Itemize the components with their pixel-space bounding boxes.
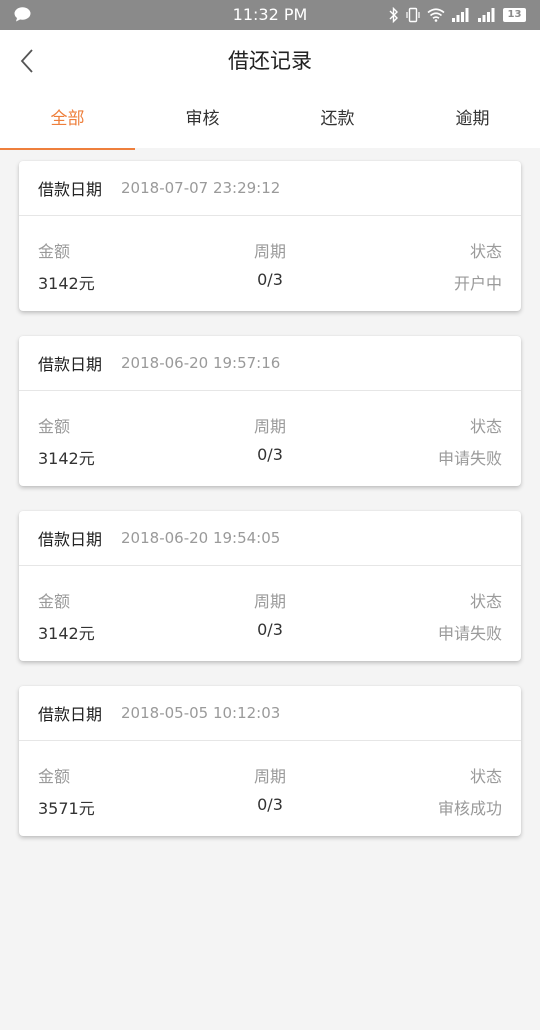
record-body: 金额 周期 状态 3142元 0/3 申请失败 — [19, 566, 521, 661]
period-value: 0/3 — [257, 270, 283, 289]
record-body: 金额 周期 状态 3571元 0/3 审核成功 — [19, 741, 521, 836]
record-card[interactable]: 借款日期 2018-07-07 23:29:12 金额 周期 状态 3142元 … — [19, 161, 521, 311]
tab-bar: 全部 审核 还款 逾期 — [0, 92, 540, 150]
date-value: 2018-07-07 23:29:12 — [121, 179, 281, 197]
status-bar: 11:32 PM 13 — [0, 0, 540, 30]
signal-icon — [478, 8, 495, 22]
date-label: 借款日期 — [38, 355, 103, 374]
period-label: 周期 — [253, 417, 286, 436]
status-label: 状态 — [469, 592, 502, 611]
record-header: 借款日期 2018-06-20 19:54:05 — [19, 511, 521, 566]
period-label: 周期 — [253, 242, 286, 261]
status-label: 状态 — [469, 417, 502, 436]
date-label: 借款日期 — [38, 180, 103, 199]
tab-review[interactable]: 审核 — [135, 92, 270, 148]
vibrate-icon — [406, 7, 420, 23]
page-title: 借还记录 — [228, 49, 312, 73]
record-body: 金额 周期 状态 3142元 0/3 开户中 — [19, 216, 521, 311]
date-value: 2018-06-20 19:57:16 — [121, 354, 281, 372]
date-value: 2018-05-05 10:12:03 — [121, 704, 281, 722]
tab-repayment[interactable]: 还款 — [270, 92, 405, 148]
status-value: 申请失败 — [437, 624, 502, 643]
date-label: 借款日期 — [38, 530, 103, 549]
record-header: 借款日期 2018-05-05 10:12:03 — [19, 686, 521, 741]
tab-all[interactable]: 全部 — [0, 92, 135, 150]
status-value: 申请失败 — [437, 449, 502, 468]
record-card[interactable]: 借款日期 2018-06-20 19:54:05 金额 周期 状态 3142元 … — [19, 511, 521, 661]
battery-icon: 13 — [503, 8, 526, 22]
status-label: 状态 — [469, 242, 502, 261]
status-value: 开户中 — [453, 274, 502, 293]
record-card[interactable]: 借款日期 2018-05-05 10:12:03 金额 周期 状态 3571元 … — [19, 686, 521, 836]
status-value: 审核成功 — [437, 799, 502, 818]
period-label: 周期 — [253, 767, 286, 786]
record-card[interactable]: 借款日期 2018-06-20 19:57:16 金额 周期 状态 3142元 … — [19, 336, 521, 486]
date-value: 2018-06-20 19:54:05 — [121, 529, 281, 547]
wifi-icon — [427, 8, 445, 22]
status-label: 状态 — [469, 767, 502, 786]
record-header: 借款日期 2018-07-07 23:29:12 — [19, 161, 521, 216]
tab-overdue[interactable]: 逾期 — [405, 92, 540, 148]
signal-icon — [452, 8, 469, 22]
record-body: 金额 周期 状态 3142元 0/3 申请失败 — [19, 391, 521, 486]
date-label: 借款日期 — [38, 705, 103, 724]
app-header: 借还记录 — [0, 30, 540, 92]
record-header: 借款日期 2018-06-20 19:57:16 — [19, 336, 521, 391]
bluetooth-icon — [389, 7, 398, 23]
period-label: 周期 — [253, 592, 286, 611]
record-list: 借款日期 2018-07-07 23:29:12 金额 周期 状态 3142元 … — [19, 161, 521, 861]
